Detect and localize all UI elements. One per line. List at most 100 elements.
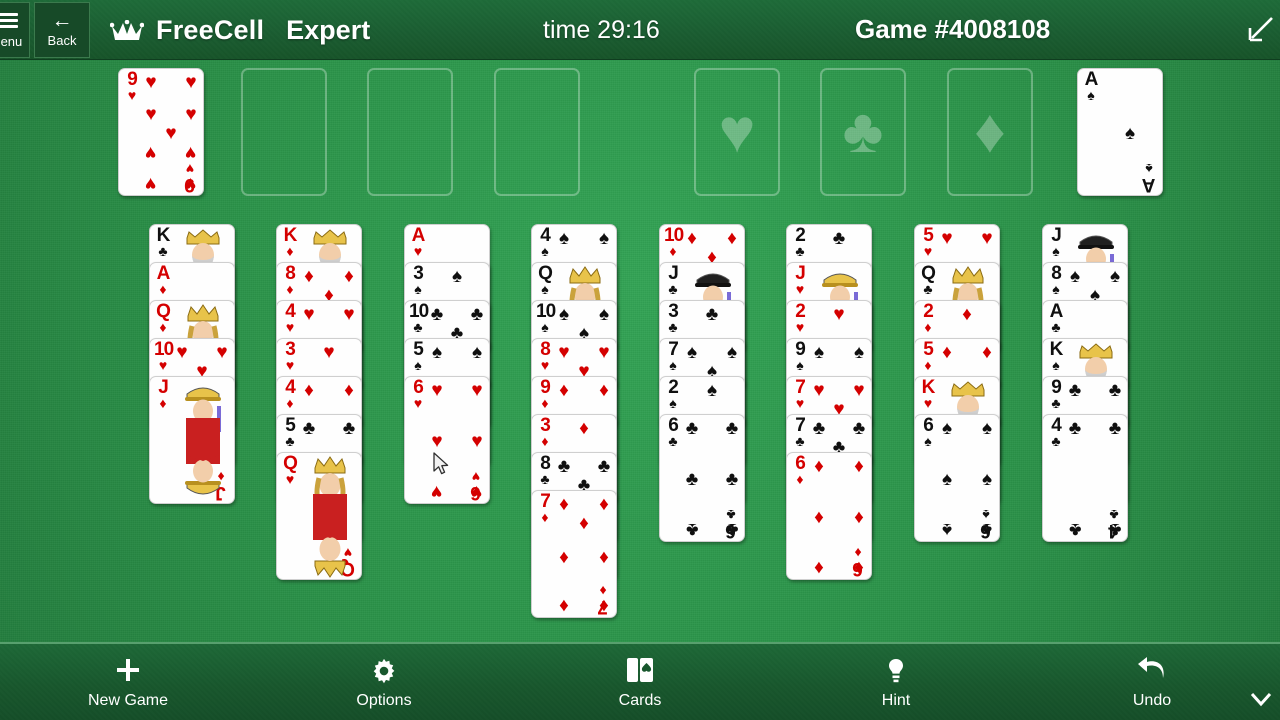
card-court-art <box>173 380 233 502</box>
options-label: Options <box>356 692 412 709</box>
card-index-top: 7 ♣ <box>795 415 806 449</box>
card-index-top: 3 ♣ <box>668 301 679 335</box>
expand-chevron-icon[interactable] <box>1248 686 1274 712</box>
card-index-top: J ♣ <box>668 263 679 297</box>
card-index-top: 8 ♣ <box>540 453 551 487</box>
new-game-button[interactable]: New Game <box>0 643 256 720</box>
top-app-bar: Menu ← Back FreeCell Expert time 29:16 G… <box>0 0 1280 60</box>
hint-button[interactable]: Hint <box>768 643 1024 720</box>
card-index-top: Q ♦ <box>156 301 171 335</box>
tableau-column-8-card-6[interactable]: 4 ♣ 4 ♣ ♣ ♣ ♣ ♣ <box>1042 414 1128 542</box>
tableau-column-5[interactable]: 10♦ 10♦♦♦♦♦♦♦♦♦♦♦ J♣ J♣ 3♣ <box>659 224 747 542</box>
foundation-clubs[interactable]: ♣ <box>820 68 906 196</box>
card-index-top: 7 ♦ <box>540 491 551 525</box>
tableau-column-8[interactable]: J♠ J♠ 8♠ 8♠♠♠♠♠♠♠♠♠ A♣ <box>1042 224 1130 542</box>
card-index-top: 2 ♠ <box>668 377 679 411</box>
card-index-top: 5 ♦ <box>923 339 934 373</box>
page-title: FreeCell <box>156 14 265 45</box>
crown-icon <box>110 20 144 40</box>
card-pips: ♦ ♦ ♦ ♦ ♦ ♦ <box>814 456 864 578</box>
card-index-top: 8 ♥ <box>540 339 551 373</box>
tableau-column-2[interactable]: K♦ K♦ 8♦ 8♦♦♦♦♦♦♦♦♦ <box>276 224 364 580</box>
card-index-top: Q ♥ <box>283 453 298 487</box>
card-index-top: 7 ♥ <box>795 377 806 411</box>
card-index-top: 9 ♦ <box>540 377 551 411</box>
foundation-spades-card[interactable]: A ♠ A ♠ ♠ <box>1077 68 1163 196</box>
cards-button[interactable]: Cards <box>512 643 768 720</box>
undo-arrow-icon <box>1136 654 1168 686</box>
card-index-top: 9 ♣ <box>1051 377 1062 411</box>
tableau-column-1-card-5[interactable]: J ♦ J ♦ <box>149 376 235 504</box>
card-pips: ♣ ♣ ♣ ♣ <box>1068 418 1122 540</box>
card-index-top: K ♣ <box>156 225 171 259</box>
card-index-top: A ♠ <box>1084 69 1099 103</box>
card-index-top: 3 ♠ <box>413 263 424 297</box>
undo-button[interactable]: Undo <box>1024 643 1280 720</box>
cards-icon <box>624 654 656 686</box>
restore-down-icon[interactable] <box>1242 14 1276 48</box>
card-index-top: 8 ♠ <box>1051 263 1062 297</box>
tableau-column-6[interactable]: 2♣ 2♣♣♣ J♥ J♥ 2♥ <box>786 224 874 580</box>
card-pips: ♦ ♦ ♦ ♦ ♦ ♦ ♦ <box>559 494 609 616</box>
freecell-1-card[interactable]: 9 ♥ 9 ♥ ♥ ♥ ♥ ♥ ♥ ♥ ♥ ♥ ♥ <box>118 68 204 196</box>
card-index-top: 6 ♣ <box>668 415 679 449</box>
card-pips: ♣ ♣ ♣ ♣ ♣ ♣ <box>685 418 739 540</box>
back-arrow-icon: ← <box>51 8 73 32</box>
card-index-top: K ♦ <box>283 225 298 259</box>
menu-button[interactable]: Menu <box>0 2 30 58</box>
card-index-top: 10 ♣ <box>409 301 429 335</box>
foundation-hearts[interactable]: ♥ <box>694 68 780 196</box>
card-index-top: 5 ♣ <box>285 415 296 449</box>
card-index-top: 4 ♠ <box>540 225 551 259</box>
tableau-column-7-card-6[interactable]: 6 ♠ 6 ♠ ♠ ♠ ♠ ♠ ♠ ♠ <box>914 414 1000 542</box>
card-pips: ♥ ♥ ♥ ♥ ♥ ♥ <box>431 380 483 502</box>
tableau-column-6-card-7[interactable]: 6 ♦ 6 ♦ ♦ ♦ ♦ ♦ ♦ ♦ <box>786 452 872 580</box>
tableau-column-3[interactable]: A♥ A♥♥ 3♠ 3♠♠♠♠ 10♣ 10♣♣♣♣♣♣♣♣♣♣♣ 5♠ <box>404 224 492 504</box>
tableau-column-7[interactable]: 5♥ 5♥♥♥♥♥♥ Q♣ Q♣ 2♦ <box>914 224 1002 542</box>
freecell-3[interactable] <box>367 68 453 196</box>
card-index-top: A ♣ <box>1049 301 1064 335</box>
card-index-top: 2 ♣ <box>795 225 806 259</box>
plus-icon <box>113 654 143 686</box>
card-index-top: 4 ♦ <box>285 377 296 411</box>
card-index-top: 2 ♦ <box>923 301 934 335</box>
card-index-top: 10 ♥ <box>154 339 174 373</box>
card-index-top: K ♥ <box>921 377 936 411</box>
freecell-2[interactable] <box>241 68 327 196</box>
card-index-top: 9 ♥ <box>127 69 138 103</box>
tableau-column-5-card-6[interactable]: 6 ♣ 6 ♣ ♣ ♣ ♣ ♣ ♣ ♣ <box>659 414 745 542</box>
gear-icon <box>369 654 399 686</box>
lightbulb-icon <box>881 654 911 686</box>
tableau-column-2-card-7[interactable]: Q ♥ Q ♥ <box>276 452 362 580</box>
freecell-4[interactable] <box>494 68 580 196</box>
tableau-column-4-card-8[interactable]: 7 ♦ 7 ♦ ♦ ♦ ♦ ♦ ♦ ♦ ♦ <box>531 490 617 618</box>
card-pips: ♠ ♠ ♠ ♠ ♠ ♠ <box>941 418 993 540</box>
title-group: FreeCell Expert <box>110 10 370 50</box>
card-index-top: A ♦ <box>156 263 171 297</box>
tableau-column-3-card-5[interactable]: 6 ♥ 6 ♥ ♥ ♥ ♥ ♥ ♥ ♥ <box>404 376 490 504</box>
difficulty-label: Expert <box>286 14 371 45</box>
foundation-diamonds[interactable]: ♦ <box>947 68 1033 196</box>
options-button[interactable]: Options <box>256 643 512 720</box>
new-game-label: New Game <box>87 692 169 709</box>
card-index-top: 6 ♥ <box>413 377 424 411</box>
clubs-ghost-icon: ♣ <box>842 97 884 166</box>
tableau-column-4[interactable]: 4♠ 4♠♠♠♠♠ Q♠ Q♠ 10♠ <box>531 224 619 618</box>
card-index-top: 5 ♠ <box>413 339 424 373</box>
card-index-top: 10 ♠ <box>536 301 556 335</box>
back-button[interactable]: ← Back <box>34 2 90 58</box>
card-index-top: J ♦ <box>158 377 169 411</box>
card-index-top: J ♠ <box>1051 225 1062 259</box>
bottom-toolbar: New Game Options Cards Hint Undo <box>0 642 1280 720</box>
game-number-display: Game #4008108 <box>855 14 1051 44</box>
undo-label: Undo <box>1132 692 1172 709</box>
card-index-top: 3 ♥ <box>285 339 296 373</box>
card-index-top: 4 ♣ <box>1051 415 1062 449</box>
timer-display: time 29:16 <box>543 16 660 44</box>
back-button-label: Back <box>47 32 77 48</box>
diamonds-ghost-icon: ♦ <box>974 97 1006 166</box>
card-index-top: 6 ♦ <box>795 453 806 487</box>
card-pips: ♠ <box>1124 122 1136 144</box>
card-court-art <box>300 456 360 578</box>
tableau-column-1[interactable]: K♣ K♣ A♦ A♦♦ Q♦ <box>149 224 237 504</box>
